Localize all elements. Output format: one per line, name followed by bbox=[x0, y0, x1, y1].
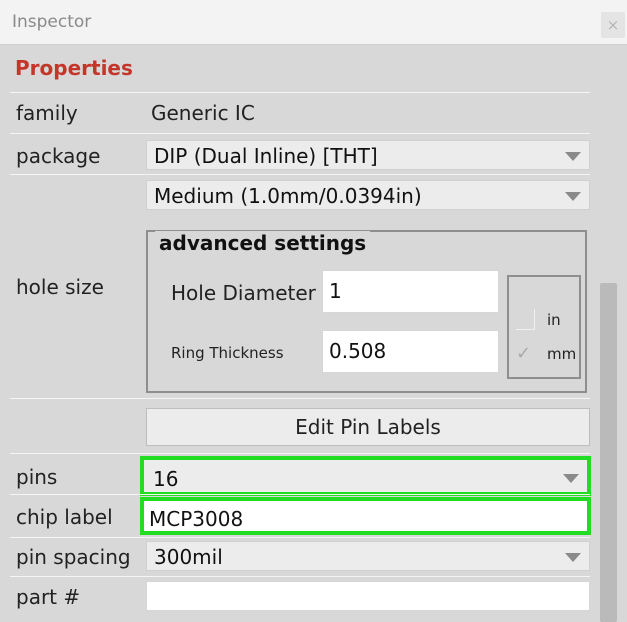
pin-spacing-value: 300mil bbox=[154, 545, 223, 569]
part-number-input[interactable] bbox=[146, 581, 590, 611]
divider bbox=[10, 537, 590, 538]
chevron-down-icon bbox=[565, 192, 581, 201]
hole-diameter-input[interactable]: 1 bbox=[322, 270, 499, 313]
divider bbox=[10, 576, 590, 577]
divider bbox=[10, 174, 590, 175]
hole-diameter-value: 1 bbox=[329, 279, 342, 303]
package-value: DIP (Dual Inline) [THT] bbox=[154, 144, 378, 168]
divider bbox=[10, 398, 590, 399]
scrollbar-thumb[interactable] bbox=[600, 283, 617, 622]
mm-label: mm bbox=[547, 345, 577, 363]
chevron-down-icon bbox=[565, 152, 581, 161]
pin-spacing-label: pin spacing bbox=[16, 545, 131, 569]
hole-size-value: Medium (1.0mm/0.0394in) bbox=[154, 184, 422, 208]
inch-checkbox[interactable] bbox=[516, 309, 535, 330]
chevron-down-icon bbox=[563, 474, 579, 483]
ring-thickness-label: Ring Thickness bbox=[171, 344, 284, 362]
ring-thickness-value: 0.508 bbox=[329, 339, 387, 363]
divider bbox=[10, 133, 590, 134]
edit-pin-labels-button[interactable]: Edit Pin Labels bbox=[146, 408, 590, 446]
title-bar: Inspector × bbox=[0, 0, 627, 45]
chip-label-value: MCP3008 bbox=[149, 507, 244, 531]
chip-label-input[interactable]: MCP3008 bbox=[140, 497, 591, 535]
ring-thickness-input[interactable]: 0.508 bbox=[322, 330, 499, 373]
hole-diameter-label: Hole Diameter bbox=[171, 281, 316, 305]
family-label: family bbox=[16, 101, 78, 125]
properties-heading: Properties bbox=[15, 56, 133, 80]
hole-size-dropdown[interactable]: Medium (1.0mm/0.0394in) bbox=[146, 180, 590, 210]
package-dropdown[interactable]: DIP (Dual Inline) [THT] bbox=[146, 140, 590, 170]
check-icon[interactable]: ✓ bbox=[516, 343, 531, 364]
divider bbox=[10, 92, 590, 93]
part-number-label: part # bbox=[16, 585, 81, 609]
pins-value: 16 bbox=[153, 467, 179, 491]
inspector-panel: Inspector × Properties family Generic IC… bbox=[0, 0, 627, 622]
pin-spacing-dropdown[interactable]: 300mil bbox=[146, 541, 590, 571]
hole-size-label: hole size bbox=[16, 275, 104, 299]
window-title: Inspector bbox=[12, 12, 92, 32]
chevron-down-icon bbox=[565, 553, 581, 562]
close-icon[interactable]: × bbox=[601, 12, 625, 38]
family-value: Generic IC bbox=[151, 101, 255, 125]
divider bbox=[10, 453, 590, 454]
pins-label: pins bbox=[16, 465, 58, 489]
advanced-settings-title: advanced settings bbox=[155, 231, 371, 255]
package-label: package bbox=[16, 144, 101, 168]
chip-label-label: chip label bbox=[16, 505, 113, 529]
divider bbox=[10, 494, 590, 495]
inch-label: in bbox=[547, 311, 561, 329]
pins-dropdown[interactable]: 16 bbox=[140, 456, 591, 496]
